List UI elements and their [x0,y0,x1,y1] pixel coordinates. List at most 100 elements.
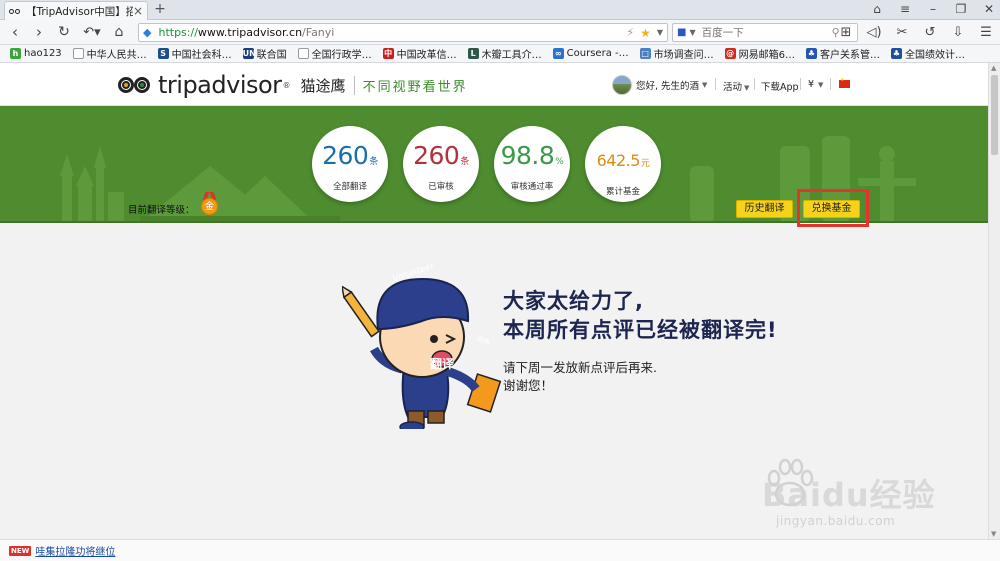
skin-icon[interactable]: ⌂ [870,2,884,17]
bookmark-item[interactable]: UN 联合国 [242,46,287,61]
stat-label: 全部翻译 [332,182,367,192]
bookmark-item[interactable]: ∞ Coursera -… [552,48,629,59]
divider [715,78,716,90]
logo-text: tripadvisor [158,71,282,99]
message-line-2: 谢谢您！ [503,378,554,393]
activity-label: 活动 [723,82,743,93]
stat-value: 98.8% [500,141,564,170]
search-input[interactable] [701,26,832,39]
avatar [612,75,632,95]
stat-approval-rate: 98.8% 审核通过率 [494,126,570,202]
bookmark-label: 联合国 [256,50,287,61]
scroll-down-icon[interactable]: ▼ [991,530,996,538]
user-menu[interactable]: 您好, 先生的酒 ▼ [612,75,707,95]
bookmarks-bar: h hao123 中华人民共… S 中国社会科… UN 联合国 全国行政学… 中中国改革信… L 木… [0,45,1000,63]
owl-logo-icon [118,74,154,96]
chevron-down-icon: ▼ [702,81,708,89]
baidu-paw-icon: ■ [677,27,687,38]
news-ticker-link[interactable]: 哇集拉隆功将继位 [35,543,115,558]
menu-icon[interactable]: ≡ [898,2,912,17]
site-logo[interactable]: tripadvisor ® 猫途鹰 不同视野看世界 [118,71,468,99]
download-icon[interactable]: ⇩ [950,24,966,41]
bookmark-item[interactable]: ♣ 客户关系管… [806,46,880,61]
speed-mode-icon[interactable]: ⚡ [626,26,634,39]
bookmark-favicon-icon: □ [639,48,651,59]
undo-icon[interactable]: ↺ [922,24,938,41]
restore-icon[interactable]: ❐ [954,2,968,17]
back-icon[interactable]: ‹ [8,24,22,41]
china-flag-icon[interactable] [839,77,850,88]
bookmark-label: 木瓣工具介… [481,50,542,61]
baidu-watermark-url: jingyan.baidu.com [776,514,896,528]
bookmark-label: 全国绩效计… [905,50,965,61]
reload-icon[interactable]: ↻ [56,24,72,41]
browser-tab[interactable]: 【TripAdvisor中国】招… × [4,1,148,20]
browser-menu-icon[interactable]: ☰ [978,24,994,41]
tab-strip: 【TripAdvisor中国】招… × + ⌂ ≡ – ❐ ✕ [0,0,1000,20]
chevron-down-icon: ▼ [818,81,824,89]
status-bar: NEW 哇集拉隆功将继位 [0,539,1000,561]
new-badge: NEW [9,545,32,556]
stat-value: 260条 [322,141,378,170]
bookmark-item[interactable]: 中华人民共… [72,46,147,61]
home-icon[interactable]: ⌂ [111,24,127,41]
currency-label: ¥ [808,79,815,90]
stat-label: 累计基金 [605,187,640,197]
new-tab-button[interactable]: + [152,2,168,18]
scroll-up-icon[interactable]: ▲ [991,64,996,72]
bookmark-item[interactable]: L 木瓣工具介… [467,46,542,61]
scroll-thumb[interactable] [991,75,998,155]
tab-title: 【TripAdvisor中国】招… [26,5,133,18]
address-dropdown-icon[interactable]: ▼ [657,28,663,37]
url-protocol: https:// [158,26,198,39]
bookmark-favicon-icon: UN [242,48,256,59]
baidu-watermark-text: Bai⁠du经验 [762,476,936,514]
bookmark-star-icon[interactable]: ★ [640,26,651,40]
secure-shield-icon: ◆ [143,26,152,39]
search-engine-dropdown-icon[interactable]: ▼ [689,28,695,37]
headline-line-1: 大家太给力了, [503,289,644,313]
activity-menu[interactable]: 活动 ▼ [723,79,749,93]
registered-mark: ® [282,80,291,90]
bookmark-label: 市场调查问… [653,50,714,61]
history-translations-button[interactable]: 历史翻译 [736,200,793,218]
bookmark-item[interactable]: 中中国改革信… [382,46,457,61]
url-host: www.tripadvisor.cn [197,26,303,39]
forward-icon[interactable]: › [32,24,46,41]
bookmark-label: 中华人民共… [86,50,147,61]
bookmark-label: 中国改革信… [396,50,457,61]
page-scrollbar[interactable]: ▲ ▼ [988,63,1000,539]
address-bar[interactable]: ◆ https:// www.tripadvisor.cn /Fanyi ⚡ ★… [138,23,668,42]
bookmark-item[interactable]: □ 市场调查问… [639,46,714,61]
chevron-down-icon: ▼ [744,84,750,92]
highlight-box [797,189,869,227]
bookmark-item[interactable]: 全国行政学… [297,46,372,61]
divider [754,78,755,90]
gold-medal-icon: 金 [201,198,218,215]
apps-grid-icon[interactable]: ⊞ [838,24,854,41]
bookmark-item[interactable]: S 中国社会科… [157,46,232,61]
bookmark-label: hao123 [24,48,62,59]
minimize-icon[interactable]: – [926,2,940,17]
search-box[interactable]: ■ ▼ ⚲ [672,23,858,42]
close-tab-icon[interactable]: × [133,4,143,18]
navigation-toolbar: ‹ › ↻ ↶▾ ⌂ ◆ https:// www.tripadvisor.cn… [0,20,1000,45]
close-window-icon[interactable]: ✕ [982,2,996,17]
headline-line-2: 本周所有点评已经被翻译完! [503,318,778,342]
bookmark-label: 网易邮箱6… [738,50,795,61]
bookmark-item[interactable]: h hao123 [10,48,62,59]
bookmark-favicon-icon: ∞ [552,48,564,59]
stat-total-translations: 260条 全部翻译 [312,126,388,202]
scissors-icon[interactable]: ✂ [894,24,910,41]
bookmark-item[interactable]: @ 网易邮箱6… [724,46,795,61]
bookmark-label: 全国行政学… [311,50,372,61]
undo-close-icon[interactable]: ↶▾ [82,24,102,41]
bookmark-item[interactable]: ♣ 全国绩效计… [891,46,965,61]
stat-value: 642.5元 [596,151,650,170]
currency-menu[interactable]: ¥ ▼ [808,79,823,90]
web-page: tripadvisor ® 猫途鹰 不同视野看世界 您好, 先生的酒 ▼ 活动 ▼… [0,63,988,539]
download-app-link[interactable]: 下载App [761,79,799,93]
sound-icon[interactable]: ◁) [866,24,882,41]
page-icon [297,48,309,59]
stat-reviewed: 260条 已审核 [403,126,479,202]
